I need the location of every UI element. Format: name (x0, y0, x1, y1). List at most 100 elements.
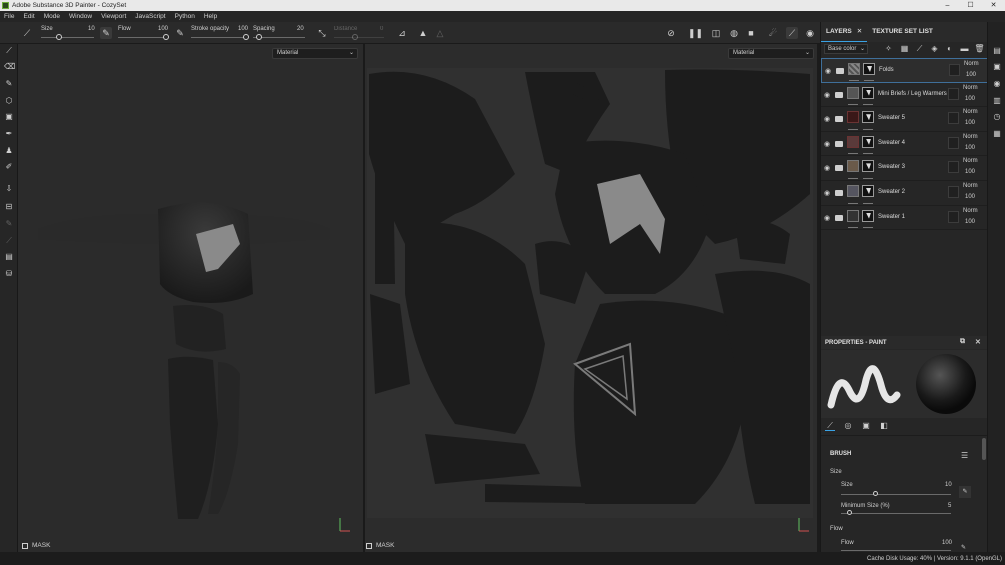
flow-value[interactable]: 100 (158, 26, 168, 32)
tab-alpha-icon[interactable]: ◎ (843, 421, 853, 431)
pause-render-icon[interactable]: ❚❚ (688, 27, 703, 39)
layer-opacity[interactable]: 100 (965, 169, 975, 175)
geometry-icon[interactable]: ⟋ (4, 236, 14, 246)
layer-row[interactable]: ◉ Sweater 1 Norm 100 (821, 205, 988, 231)
close-button[interactable]: ✕ (982, 0, 1005, 11)
smudge-icon[interactable]: ▣ (4, 112, 14, 122)
layer-opacity[interactable]: 100 (966, 72, 976, 78)
size-value[interactable]: 10 (88, 26, 95, 32)
layer-color-swatch[interactable] (948, 185, 959, 198)
add-mask-icon[interactable]: ▦ (899, 43, 910, 54)
add-fill-layer-icon[interactable]: ◈ (929, 43, 940, 54)
stroke-opacity-slider-track[interactable] (191, 37, 248, 38)
color-picker-icon[interactable]: ✐ (4, 162, 14, 172)
add-smart-material-icon[interactable]: ◐ (944, 43, 955, 54)
brush-size-value[interactable]: 10 (945, 482, 952, 488)
viewport-3d[interactable]: Material ⌄ MASK (18, 44, 363, 552)
brush-settings-icon[interactable]: ⟋ (21, 27, 33, 39)
history-dock-icon[interactable]: ▣ (992, 62, 1002, 72)
mask-toggle-2d[interactable]: MASK (366, 542, 394, 549)
menu-help[interactable]: Help (204, 13, 217, 20)
layer-opacity[interactable]: 100 (965, 145, 975, 151)
alignment-icon[interactable]: ⊿ (396, 27, 408, 39)
float-panel-icon[interactable]: ⧉ (960, 338, 965, 346)
menu-edit[interactable]: Edit (23, 13, 34, 20)
viewport-2d[interactable]: Material ⌄ MASK (365, 44, 817, 552)
bake-icon[interactable]: ⇩ (4, 184, 14, 194)
layer-opacity[interactable]: 100 (965, 219, 975, 225)
layer-row[interactable]: ◉ Sweater 5 Norm 100 (821, 107, 988, 132)
stroke-opacity-value[interactable]: 100 (238, 26, 248, 32)
properties-scrollbar[interactable] (982, 438, 986, 460)
layer-row[interactable]: ◉ Sweater 3 Norm 100 (821, 156, 988, 181)
add-folder-icon[interactable]: ▬ (959, 43, 970, 54)
polygon-fill-icon[interactable]: ⬡ (4, 96, 14, 106)
spacing-slider-handle[interactable] (256, 34, 262, 40)
preset-list-icon[interactable]: ☰ (961, 451, 968, 460)
paint-brush-icon[interactable]: ⟋ (4, 46, 14, 56)
pen-pressure-flow-icon[interactable]: ✎ (174, 27, 186, 39)
add-paint-layer-icon[interactable]: ⟋ (914, 43, 925, 54)
flow-slider-track[interactable] (118, 37, 168, 38)
layer-color-swatch[interactable] (948, 87, 959, 100)
menu-mode[interactable]: Mode (44, 13, 60, 20)
screenshot-icon[interactable]: ◉ (804, 27, 816, 39)
distance-slider-track[interactable] (334, 37, 384, 38)
pen-pressure-flow-icon[interactable]: ✎ (961, 544, 966, 551)
display-settings-icon[interactable]: ◍ (728, 27, 740, 39)
brush-size-slider-handle[interactable] (873, 491, 878, 496)
menu-viewport[interactable]: Viewport (101, 13, 126, 20)
eye-icon[interactable]: ◉ (824, 214, 830, 222)
pen-pressure-icon[interactable]: ✎ (959, 486, 971, 498)
blend-mode-dropdown[interactable]: Norm (964, 61, 979, 67)
eye-icon[interactable]: ◉ (824, 140, 830, 148)
distance-slider-handle[interactable] (352, 34, 358, 40)
measure-icon[interactable]: ⊟ (4, 202, 14, 212)
size-slider-handle[interactable] (56, 34, 62, 40)
log-dock-icon[interactable]: ◷ (992, 112, 1002, 122)
menu-file[interactable]: File (4, 13, 14, 20)
tab-material-icon[interactable]: ◧ (879, 421, 889, 431)
layer-opacity[interactable]: 100 (965, 120, 975, 126)
layer-color-swatch[interactable] (948, 112, 959, 125)
pen-pressure-size-icon[interactable]: ✎ (100, 27, 112, 39)
text-tool-icon[interactable]: ✎ (4, 219, 14, 229)
projection-icon[interactable]: ✎ (4, 79, 14, 89)
texture-set-settings-dock-icon[interactable]: ▦ (992, 129, 1002, 139)
mask-checkbox[interactable] (366, 542, 372, 549)
stamp-icon[interactable]: ♟ (4, 146, 14, 156)
symmetry-icon[interactable]: ▲ (417, 27, 429, 39)
camera-icon[interactable]: ■ (745, 27, 757, 39)
stroke-opacity-slider-handle[interactable] (243, 34, 249, 40)
iray-icon[interactable]: ☄ (767, 27, 779, 39)
layer-row[interactable]: ◉ Mini Briefs / Leg Warmers Norm 100 (821, 82, 988, 108)
blend-mode-dropdown[interactable]: Norm (963, 158, 978, 164)
menu-window[interactable]: Window (69, 13, 92, 20)
eye-icon[interactable]: ◉ (824, 115, 830, 123)
minimize-button[interactable]: – (936, 0, 959, 11)
shelf-dock-icon[interactable]: ▥ (992, 96, 1002, 106)
blend-mode-dropdown[interactable]: Norm (963, 208, 978, 214)
blend-mode-dropdown[interactable]: Norm (963, 109, 978, 115)
close-icon[interactable]: ✕ (857, 28, 862, 35)
channel-dropdown[interactable]: Base color ⌄ (824, 44, 868, 54)
layer-color-swatch[interactable] (949, 64, 960, 76)
eye-icon[interactable]: ◉ (825, 67, 831, 75)
layer-row[interactable]: ◉ Sweater 4 Norm 100 (821, 131, 988, 157)
blend-mode-dropdown[interactable]: Norm (963, 134, 978, 140)
hide-overlay-icon[interactable]: ⊘ (665, 27, 677, 39)
blend-mode-dropdown[interactable]: Norm (963, 85, 978, 91)
menu-javascript[interactable]: JavaScript (135, 13, 165, 20)
distance-value[interactable]: 0 (380, 26, 383, 32)
brush-size-slider-track[interactable] (841, 494, 951, 495)
tab-texture-set-list[interactable]: TEXTURE SET LIST (867, 22, 938, 42)
eye-icon[interactable]: ◉ (824, 189, 830, 197)
layer-color-swatch[interactable] (948, 210, 959, 223)
dome-icon[interactable]: ⛁ (4, 269, 14, 279)
display-settings-dock-icon[interactable]: ◉ (992, 79, 1002, 89)
min-size-slider-track[interactable] (841, 513, 951, 514)
layer-color-swatch[interactable] (948, 161, 959, 174)
mask-checkbox[interactable] (22, 542, 28, 549)
tab-layers[interactable]: LAYERS ✕ (821, 22, 868, 42)
flow-slider-handle[interactable] (163, 34, 169, 40)
